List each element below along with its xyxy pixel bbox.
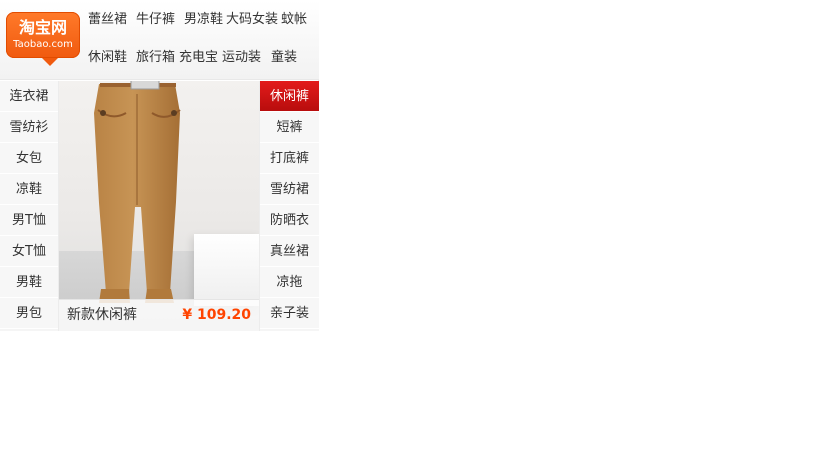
right-category-item[interactable]: 亲子装 — [260, 298, 319, 329]
logo-name: 淘宝网 — [18, 18, 67, 37]
right-category-list: 休闲裤 短裤 打底裤 雪纺裙 防晒衣 真丝裙 凉拖 亲子装 — [259, 81, 319, 331]
left-category-item[interactable]: 女T恤 — [0, 236, 58, 267]
right-category-item[interactable]: 真丝裙 — [260, 236, 319, 267]
right-category-item[interactable]: 凉拖 — [260, 267, 319, 298]
left-category-item[interactable]: 男T恤 — [0, 205, 58, 236]
top-category-link[interactable]: 男凉鞋 — [184, 10, 223, 30]
product-price: ¥ 109.20 — [182, 307, 251, 323]
left-category-item[interactable]: 男包 — [0, 298, 58, 329]
header: 淘宝网 Taobao.com 蕾丝裙 牛仔裤 男凉鞋 大码女装 蚊帐 休闲鞋 旅… — [0, 0, 319, 80]
photo-plinth — [194, 234, 259, 306]
top-category-link[interactable]: 牛仔裤 — [136, 10, 175, 30]
top-category-link[interactable]: 运动装 — [222, 48, 261, 68]
top-category-link[interactable]: 童装 — [271, 48, 297, 68]
right-category-item[interactable]: 雪纺裙 — [260, 174, 319, 205]
top-category-links: 蕾丝裙 牛仔裤 男凉鞋 大码女装 蚊帐 休闲鞋 旅行箱 充电宝 运动装 童装 — [84, 0, 314, 80]
top-category-link[interactable]: 蕾丝裙 — [88, 10, 127, 30]
right-category-item-active[interactable]: 休闲裤 — [260, 81, 319, 112]
left-category-item[interactable]: 连衣裙 — [0, 81, 58, 112]
left-category-item[interactable]: 凉鞋 — [0, 174, 58, 205]
logo-domain: Taobao.com — [13, 39, 73, 50]
taobao-logo[interactable]: 淘宝网 Taobao.com — [6, 12, 80, 66]
left-category-item[interactable]: 男鞋 — [0, 267, 58, 298]
top-category-link[interactable]: 蚊帐 — [281, 10, 307, 30]
product-name: 新款休闲裤 — [67, 307, 137, 323]
product-feature[interactable]: 新款休闲裤 ¥ 109.20 — [59, 81, 259, 331]
top-category-link[interactable]: 旅行箱 — [136, 48, 175, 68]
right-category-item[interactable]: 防晒衣 — [260, 205, 319, 236]
right-category-item[interactable]: 短裤 — [260, 112, 319, 143]
left-category-item[interactable]: 女包 — [0, 143, 58, 174]
taobao-category-widget: 淘宝网 Taobao.com 蕾丝裙 牛仔裤 男凉鞋 大码女装 蚊帐 休闲鞋 旅… — [0, 0, 319, 331]
khaki-pants-photo — [94, 81, 181, 303]
right-category-item[interactable]: 打底裤 — [260, 143, 319, 174]
top-category-link[interactable]: 休闲鞋 — [88, 48, 127, 68]
top-category-link[interactable]: 大码女装 — [226, 10, 278, 30]
left-category-item[interactable]: 雪纺衫 — [0, 112, 58, 143]
top-category-link[interactable]: 充电宝 — [179, 48, 218, 68]
product-caption: 新款休闲裤 ¥ 109.20 — [59, 299, 259, 331]
left-category-list: 连衣裙 雪纺衫 女包 凉鞋 男T恤 女T恤 男鞋 男包 — [0, 81, 59, 331]
